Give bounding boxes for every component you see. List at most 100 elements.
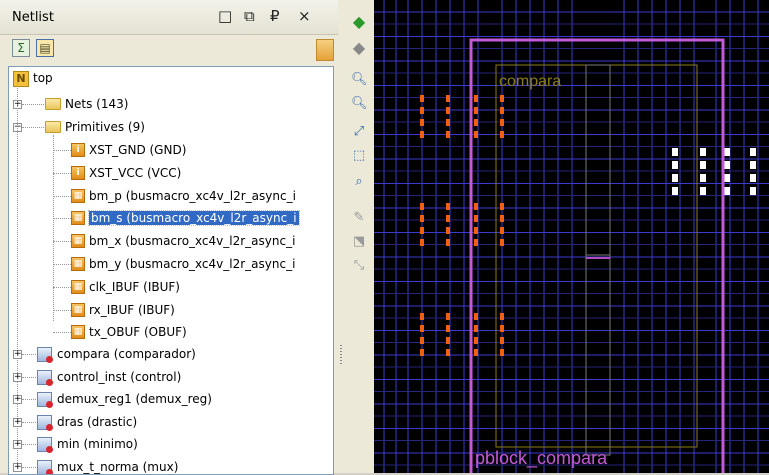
slice-site[interactable] <box>474 95 478 102</box>
primitive-item[interactable]: ▦ bm_y (busmacro_xc4v_l2r_async_i <box>9 255 333 275</box>
slice-site[interactable] <box>500 337 504 344</box>
slice-site[interactable] <box>446 95 450 102</box>
slice-site[interactable] <box>446 107 450 114</box>
io-pad[interactable] <box>750 161 756 169</box>
slice-site[interactable] <box>446 227 450 234</box>
io-pad[interactable] <box>724 174 730 182</box>
primitive-item[interactable]: ▦ bm_x (busmacro_xc4v_l2r_async_i <box>9 232 333 252</box>
slice-site[interactable] <box>500 95 504 102</box>
slice-site[interactable] <box>420 203 424 210</box>
slice-site[interactable] <box>474 215 478 222</box>
float-button[interactable]: ⧉ <box>244 8 255 24</box>
io-pad[interactable] <box>672 174 678 182</box>
slice-site[interactable] <box>500 313 504 320</box>
instance-item[interactable]: + control_inst (control) <box>9 368 333 388</box>
route-icon[interactable]: ✎ <box>351 210 367 226</box>
slice-site[interactable] <box>446 203 450 210</box>
slice-site[interactable] <box>446 313 450 320</box>
slice-site[interactable] <box>446 349 450 356</box>
primitive-item[interactable]: ▦ tx_OBUF (OBUF) <box>9 323 333 343</box>
pin-button[interactable]: ₽ <box>270 8 280 24</box>
instance-item[interactable]: + compara (comparador) <box>9 345 333 365</box>
slice-site[interactable] <box>420 313 424 320</box>
io-pad[interactable] <box>672 187 678 195</box>
io-pad[interactable] <box>724 187 730 195</box>
slice-site[interactable] <box>446 325 450 332</box>
io-pad[interactable] <box>724 148 730 156</box>
slice-site[interactable] <box>500 107 504 114</box>
zoom-selected-icon[interactable]: ⌕ <box>351 174 367 190</box>
slice-site[interactable] <box>474 313 478 320</box>
slice-site[interactable] <box>420 337 424 344</box>
back-icon[interactable]: ◆ <box>351 14 367 30</box>
select-icon[interactable]: ⬔ <box>351 234 367 250</box>
io-pad[interactable] <box>750 174 756 182</box>
slice-site[interactable] <box>446 215 450 222</box>
io-pad[interactable] <box>700 174 706 182</box>
slice-site[interactable] <box>500 239 504 246</box>
slice-site[interactable] <box>420 227 424 234</box>
expand-toggle-icon[interactable]: + <box>13 417 22 427</box>
maximize-button[interactable]: □ <box>218 8 232 24</box>
slice-site[interactable] <box>474 349 478 356</box>
slice-site[interactable] <box>420 119 424 126</box>
slice-site[interactable] <box>500 227 504 234</box>
expand-all-icon[interactable]: Σ <box>12 39 30 57</box>
io-pad[interactable] <box>700 148 706 156</box>
splitter-grip[interactable] <box>340 345 342 365</box>
device-view[interactable]: compara pblock_compara <box>374 0 769 473</box>
io-pad[interactable] <box>672 161 678 169</box>
slice-site[interactable] <box>500 203 504 210</box>
io-pad[interactable] <box>750 148 756 156</box>
tree-node-primitives[interactable]: − Primitives (9) <box>9 118 333 138</box>
primitive-item[interactable]: i XST_GND (GND) <box>9 141 333 161</box>
instance-item[interactable]: + dras (drastic) <box>9 413 333 433</box>
expand-toggle-icon[interactable]: + <box>13 440 22 450</box>
slice-site[interactable] <box>420 239 424 246</box>
io-pad[interactable] <box>724 161 730 169</box>
expand-toggle-icon[interactable]: + <box>13 463 22 472</box>
tree-node-top[interactable]: N top <box>9 69 333 89</box>
primitive-item[interactable]: ▦ bm_s (busmacro_xc4v_l2r_async_i <box>9 209 333 229</box>
tree-node-nets[interactable]: + Nets (143) <box>9 95 333 115</box>
instance-item[interactable]: + demux_reg1 (demux_reg) <box>9 390 333 410</box>
slice-site[interactable] <box>420 215 424 222</box>
slice-site[interactable] <box>500 349 504 356</box>
slice-site[interactable] <box>446 337 450 344</box>
slice-site[interactable] <box>500 325 504 332</box>
slice-site[interactable] <box>474 337 478 344</box>
instance-item[interactable]: + min (minimo) <box>9 435 333 455</box>
move-icon[interactable]: ⤡ <box>351 258 367 274</box>
expand-toggle-icon[interactable]: + <box>13 372 22 382</box>
primitive-item[interactable]: ▦ bm_p (busmacro_xc4v_l2r_async_i <box>9 187 333 207</box>
zoom-in-icon[interactable]: 🔍︎ <box>351 72 368 88</box>
io-pad[interactable] <box>672 148 678 156</box>
slice-site[interactable] <box>420 95 424 102</box>
device-canvas[interactable]: compara pblock_compara <box>374 0 769 473</box>
slice-site[interactable] <box>420 349 424 356</box>
slice-site[interactable] <box>446 131 450 138</box>
slice-site[interactable] <box>474 239 478 246</box>
collapse-all-icon[interactable]: ▤ <box>36 39 54 57</box>
slice-site[interactable] <box>500 119 504 126</box>
zoom-fit-icon[interactable]: ⤢ <box>351 124 367 140</box>
slice-site[interactable] <box>420 325 424 332</box>
slice-site[interactable] <box>446 239 450 246</box>
forward-icon[interactable]: ◆ <box>351 40 367 56</box>
slice-site[interactable] <box>420 107 424 114</box>
slice-site[interactable] <box>500 131 504 138</box>
slice-site[interactable] <box>474 325 478 332</box>
close-button[interactable]: × <box>298 8 311 24</box>
slice-site[interactable] <box>500 215 504 222</box>
slice-site[interactable] <box>474 131 478 138</box>
slice-site[interactable] <box>446 119 450 126</box>
io-pad[interactable] <box>750 187 756 195</box>
primitive-item[interactable]: ▦ clk_IBUF (IBUF) <box>9 278 333 298</box>
slice-site[interactable] <box>474 227 478 234</box>
slice-site[interactable] <box>474 107 478 114</box>
primitive-item[interactable]: ▦ rx_IBUF (IBUF) <box>9 301 333 321</box>
expand-toggle-icon[interactable]: + <box>13 350 22 359</box>
slice-site[interactable] <box>420 131 424 138</box>
io-pad[interactable] <box>700 161 706 169</box>
primitive-item[interactable]: i XST_VCC (VCC) <box>9 164 333 184</box>
